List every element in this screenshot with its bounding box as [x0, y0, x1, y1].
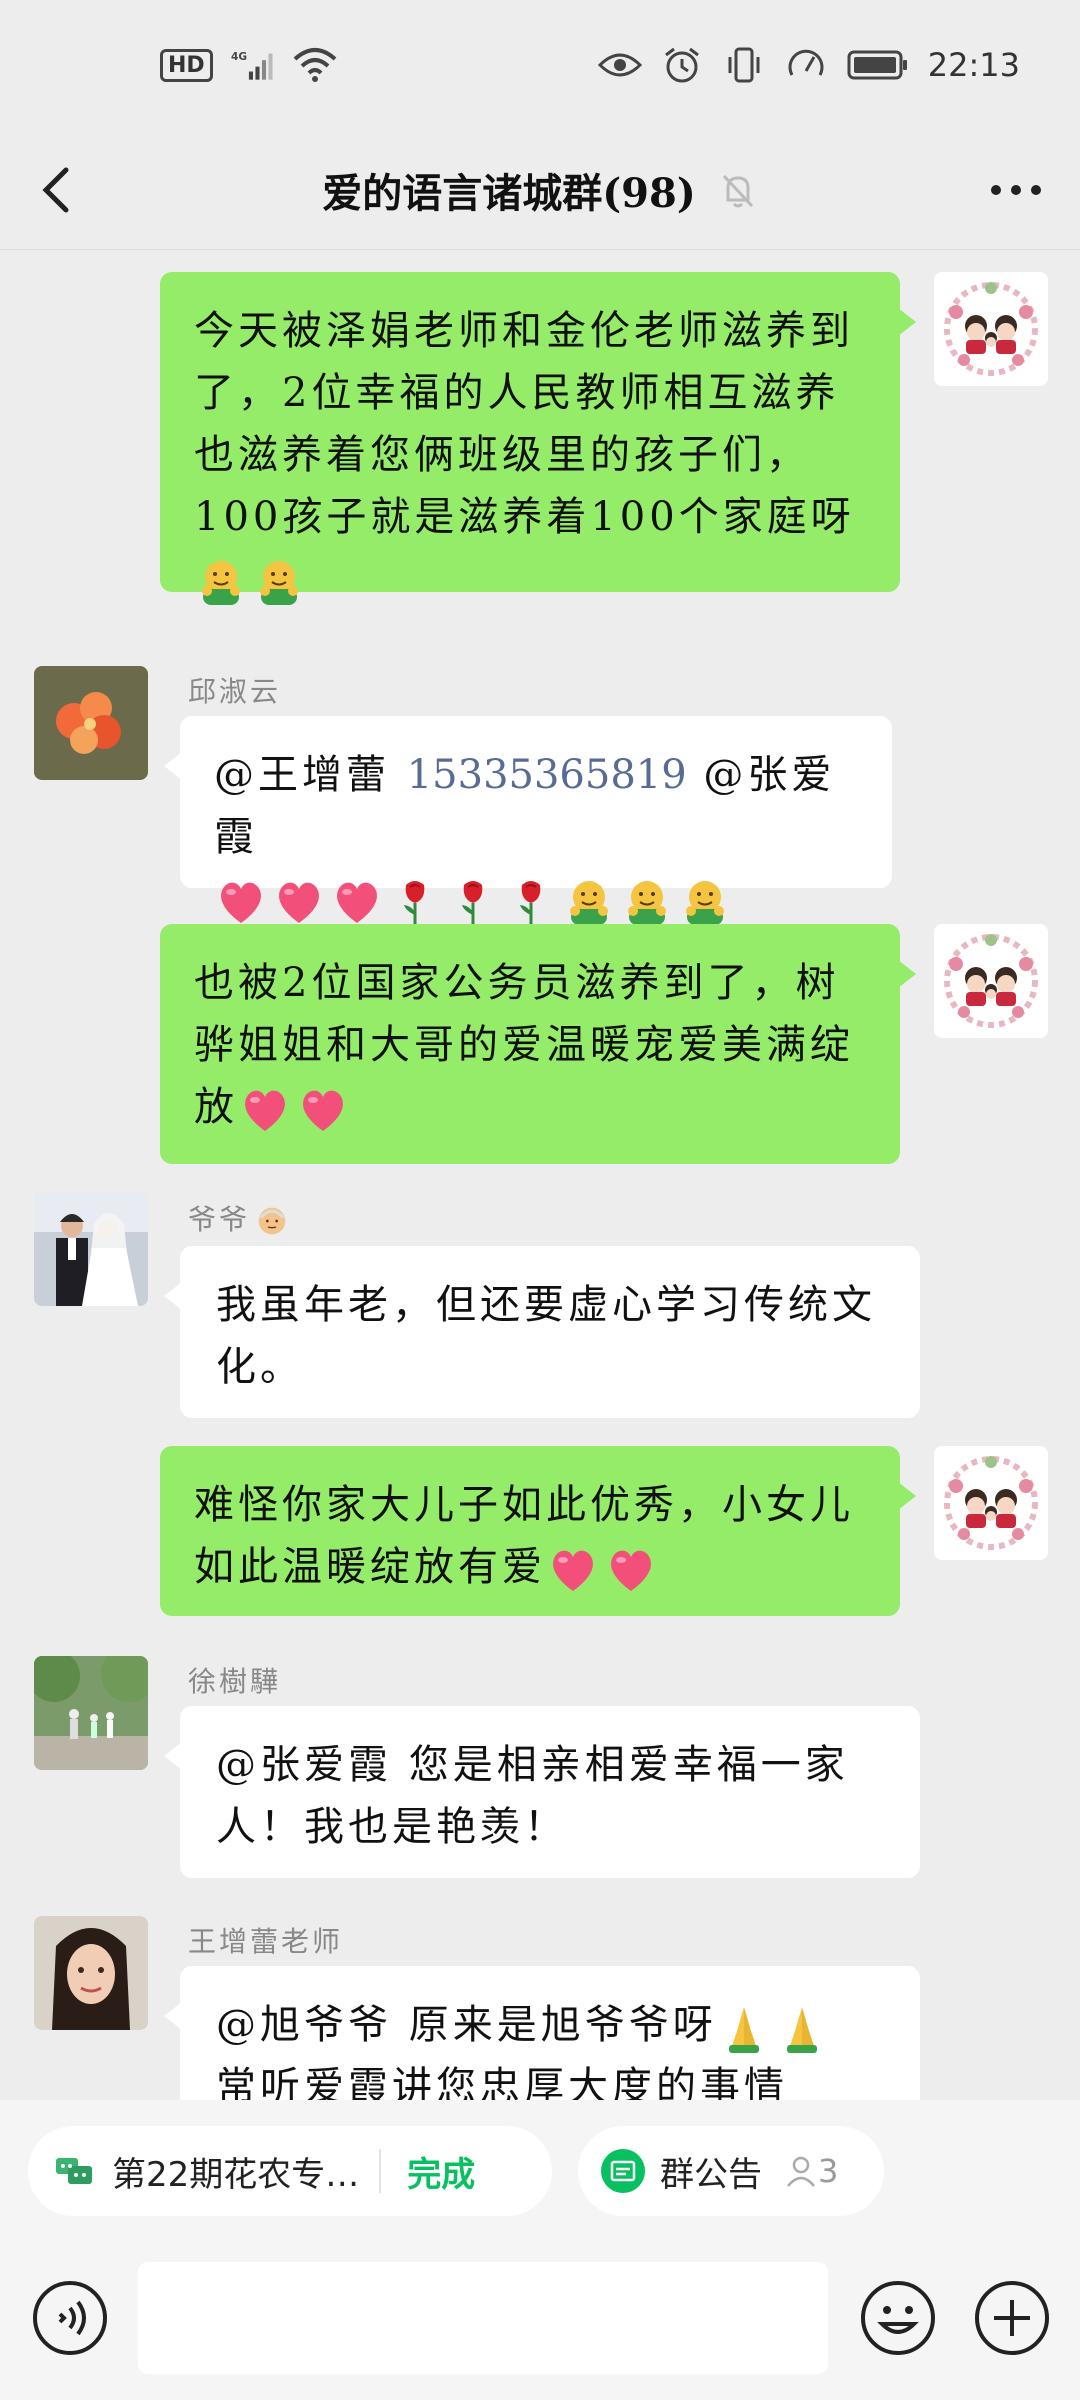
chat-title[interactable]: 爱的语言诸城群(98)	[322, 161, 696, 219]
sender-name: 爷爷	[188, 1198, 294, 1239]
mention-link[interactable]: @王增蕾	[214, 752, 390, 798]
message-item: 今天被泽娟老师和金伦老师滋养到了，2位幸福的人民教师相互滋养也滋养着您俩班级里的…	[0, 250, 1080, 630]
status-right: 22:13	[597, 43, 1020, 87]
signal-icon: 4G	[231, 43, 275, 87]
voice-icon[interactable]	[30, 2278, 110, 2358]
group-task-icon	[56, 2158, 92, 2184]
clock-time: 22:13	[927, 46, 1020, 84]
phone-link[interactable]: 15335365819	[407, 752, 687, 798]
heart-emoji	[546, 1543, 600, 1597]
pray-emoji	[717, 2001, 771, 2055]
message-text: 今天被泽娟老师和金伦老师滋养到了，2位幸福的人民教师相互滋养也滋养着您俩班级里的…	[194, 308, 855, 540]
sender-avatar[interactable]	[34, 1192, 148, 1306]
vibrate-icon	[722, 43, 766, 87]
message-bubble[interactable]: 我虽年老，但还要虚心学习传统文化。	[164, 1246, 920, 1418]
my-avatar[interactable]	[934, 924, 1048, 1038]
pray-emoji	[775, 2001, 829, 2055]
sender-name: 王增蕾老师	[188, 1925, 344, 1958]
message-bubble[interactable]: @王增蕾 15335365819 @张爱霞	[164, 716, 892, 888]
members-icon	[787, 2156, 815, 2187]
sender-avatar[interactable]	[34, 1656, 148, 1770]
message-item: 邱淑云 @王增蕾 15335365819 @张爱霞	[0, 650, 1080, 900]
sender-avatar[interactable]	[34, 666, 148, 780]
alarm-icon	[660, 43, 704, 87]
more-icon[interactable]	[986, 170, 1046, 210]
announcement-icon	[601, 2149, 645, 2193]
input-bar	[0, 2240, 1080, 2400]
wifi-icon	[293, 43, 337, 87]
message-list[interactable]: 今天被泽娟老师和金伦老师滋养到了，2位幸福的人民教师相互滋养也滋养着您俩班级里的…	[0, 250, 1080, 2100]
status-left: HD 4G	[160, 43, 337, 87]
status-bar: HD 4G 22:13	[0, 0, 1080, 130]
notice-card[interactable]: 群公告 3	[578, 2126, 884, 2216]
message-text: @旭爷爷 原来是旭爷爷呀	[216, 2002, 717, 2048]
message-text: 常听爱霞讲您忠厚大度的事情	[216, 2064, 788, 2100]
back-icon[interactable]	[30, 158, 90, 222]
hug-emoji	[252, 555, 306, 609]
message-bubble[interactable]: 今天被泽娟老师和金伦老师滋养到了，2位幸福的人民教师相互滋养也滋养着您俩班级里的…	[160, 272, 916, 592]
message-bubble[interactable]: @旭爷爷 原来是旭爷爷呀 常听爱霞讲您忠厚大度的事情	[164, 1966, 920, 2100]
svg-text:4G: 4G	[231, 51, 247, 63]
message-input[interactable]	[138, 2262, 828, 2374]
message-text: 我虽年老，但还要虚心学习传统文化。	[216, 1282, 876, 1390]
speedometer-icon	[784, 43, 828, 87]
quick-bar: 第22期花农专… 完成 群公告 3	[0, 2100, 1080, 2240]
hd-icon: HD	[160, 48, 213, 82]
message-text: 难怪你家大儿子如此优秀，小女儿如此温暖绽放有爱	[194, 1482, 854, 1590]
my-avatar[interactable]	[934, 1446, 1048, 1560]
my-avatar[interactable]	[934, 272, 1048, 386]
complete-button[interactable]: 完成	[407, 2147, 475, 2196]
task-card[interactable]: 第22期花农专… 完成	[28, 2126, 552, 2216]
heart-emoji	[604, 1543, 658, 1597]
hug-emoji	[194, 555, 248, 609]
notice-count: 3	[818, 2152, 839, 2190]
message-text: 也被2位国家公务员滋养到了，树骅姐姐和大哥的爱温暖宠爱美满绽放	[194, 960, 854, 1130]
message-bubble[interactable]: 难怪你家大儿子如此优秀，小女儿如此温暖绽放有爱	[160, 1446, 916, 1616]
notice-label: 群公告	[660, 2154, 762, 2195]
mute-bell-icon	[718, 170, 758, 210]
message-bubble[interactable]: 也被2位国家公务员滋养到了，树骅姐姐和大哥的爱温暖宠爱美满绽放	[160, 924, 916, 1164]
battery-icon	[846, 43, 910, 87]
message-text: @张爱霞 您是相亲相爱幸福一家人！我也是艳羡！	[216, 1742, 849, 1850]
sender-name: 徐樹驊	[188, 1665, 282, 1698]
message-bubble[interactable]: @张爱霞 您是相亲相爱幸福一家人！我也是艳羡！	[164, 1706, 920, 1878]
task-label: 第22期花农专…	[112, 2154, 360, 2195]
chat-header: 爱的语言诸城群(98)	[0, 130, 1080, 250]
plus-icon[interactable]	[972, 2278, 1052, 2358]
message-item: 王增蕾老师 @旭爷爷 原来是旭爷爷呀 常听爱霞讲您忠厚大度的事情	[0, 1900, 1080, 2100]
emoji-icon[interactable]	[858, 2278, 938, 2358]
divider	[379, 2149, 382, 2193]
eye-icon	[597, 43, 642, 87]
old-man-emoji	[254, 1203, 290, 1239]
sender-avatar[interactable]	[34, 1916, 148, 2030]
heart-emoji	[296, 1083, 350, 1137]
heart-emoji	[238, 1083, 292, 1137]
sender-name: 邱淑云	[188, 675, 282, 708]
